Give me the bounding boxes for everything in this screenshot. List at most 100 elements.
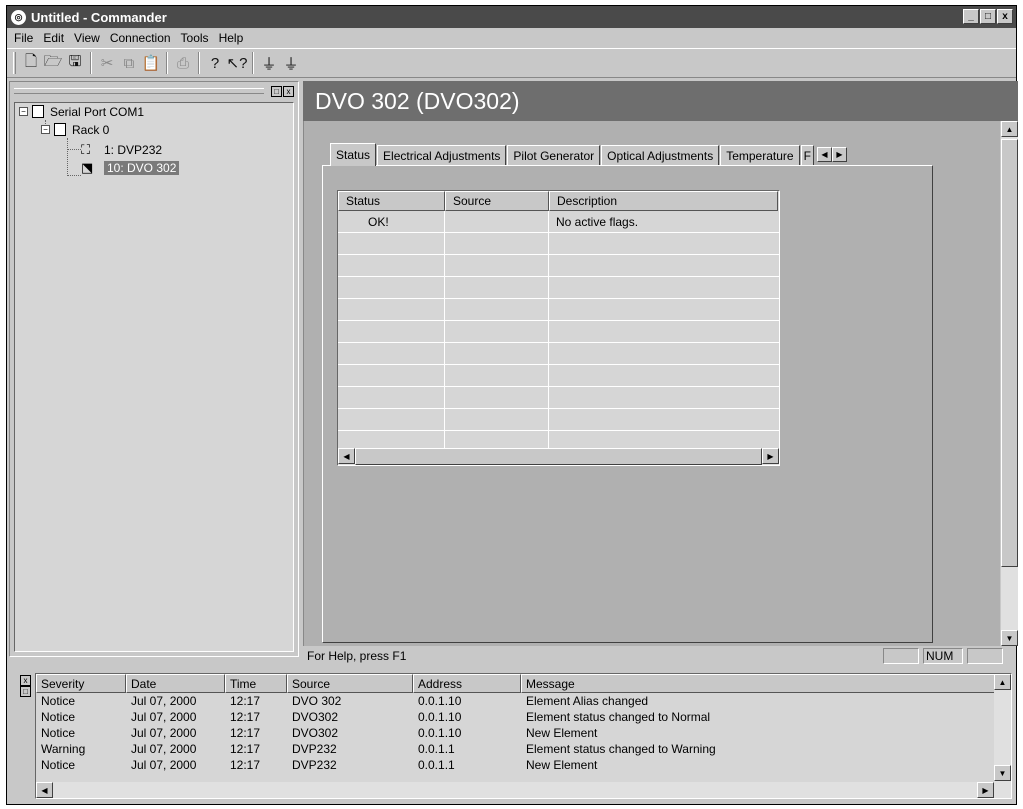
scroll-right-icon[interactable]: ▶	[977, 782, 994, 798]
collapse-toggle[interactable]: −	[19, 107, 28, 116]
tree-item-dvo302[interactable]: ⬔ 10: DVO 302	[81, 159, 180, 176]
menu-view[interactable]: View	[69, 31, 105, 45]
grid-cell	[445, 387, 549, 408]
context-help-icon[interactable]: ↖?	[226, 52, 248, 74]
status-help-text: For Help, press F1	[307, 649, 407, 663]
log-cell-message: Element status changed to Normal	[526, 710, 711, 724]
scroll-up-icon[interactable]: ▲	[1001, 121, 1018, 137]
grid-row[interactable]: OK! No active flags.	[338, 211, 779, 233]
log-cell-source: DVO302	[292, 726, 339, 740]
cut-icon[interactable]: ✂	[96, 52, 118, 74]
app-icon: ◎	[11, 9, 26, 25]
scroll-left-icon[interactable]: ◀	[338, 448, 355, 464]
filter-all-icon[interactable]: ⏚	[280, 52, 302, 74]
column-header-address[interactable]: Address	[413, 674, 521, 693]
maximize-button[interactable]: □	[980, 9, 996, 24]
tree-pane: □ x − Serial Port COM1 − Rack 0 ⛶ 1: DVP…	[9, 81, 299, 657]
column-header-status[interactable]: Status	[338, 191, 445, 211]
tree-item-label: 10: DVO 302	[104, 160, 180, 175]
scroll-left-icon[interactable]: ◀	[36, 782, 53, 798]
new-document-icon[interactable]: 🗋	[20, 52, 42, 74]
grid-row[interactable]	[338, 409, 779, 431]
help-icon[interactable]: ?	[204, 52, 226, 74]
grid-row[interactable]	[338, 233, 779, 255]
column-header-source[interactable]: Source	[287, 674, 413, 693]
grid-row[interactable]	[338, 343, 779, 365]
tab-strip: Status Electrical Adjustments Pilot Gene…	[330, 143, 847, 166]
grid-row[interactable]	[338, 277, 779, 299]
close-button[interactable]: x	[997, 9, 1013, 24]
content-vertical-scrollbar[interactable]: ▲ ▼	[1001, 121, 1018, 646]
pane-close-button[interactable]: x	[20, 675, 31, 686]
print-icon[interactable]: ⎙	[172, 52, 194, 74]
menu-file[interactable]: File	[9, 31, 38, 45]
copy-icon[interactable]: ⧉	[118, 52, 140, 74]
scroll-right-icon[interactable]: ▶	[762, 448, 779, 464]
scroll-thumb[interactable]	[355, 448, 762, 465]
scroll-down-icon[interactable]: ▼	[1001, 630, 1018, 646]
grid-row[interactable]	[338, 255, 779, 277]
tab-scroll-right-icon[interactable]: ▶	[831, 147, 847, 162]
log-cell-severity: Notice	[41, 694, 76, 708]
tab-electrical-adjustments[interactable]: Electrical Adjustments	[377, 145, 507, 165]
log-row[interactable]: Notice Jul 07, 2000 12:17 DVO302 0.0.1.10 New…	[36, 725, 1011, 741]
column-header-message[interactable]: Message	[521, 674, 996, 693]
toolbar-grip[interactable]	[13, 52, 16, 74]
pane-close-button[interactable]: x	[283, 85, 294, 97]
grid-cell	[445, 343, 549, 364]
tab-scroll-left-icon[interactable]: ◀	[816, 147, 832, 162]
save-icon[interactable]: 🖫	[64, 52, 86, 74]
scroll-thumb[interactable]	[1001, 139, 1018, 567]
scroll-down-icon[interactable]: ▼	[994, 765, 1011, 781]
minimize-button[interactable]: _	[963, 9, 979, 24]
tree-item-serial-port[interactable]: − Serial Port COM1	[19, 103, 144, 120]
scroll-up-icon[interactable]: ▲	[994, 674, 1011, 690]
log-cell-severity: Warning	[41, 742, 86, 756]
event-log[interactable]: Severity Date Time Source Address Messag…	[35, 673, 1012, 799]
tree-item-rack[interactable]: − Rack 0	[41, 121, 109, 138]
device-tree[interactable]: − Serial Port COM1 − Rack 0 ⛶ 1: DVP232 …	[14, 102, 294, 652]
log-row[interactable]: Notice Jul 07, 2000 12:17 DVO302 0.0.1.10 Ele…	[36, 709, 1011, 725]
column-header-description[interactable]: Description	[549, 191, 778, 211]
open-folder-icon[interactable]: 🗁	[42, 52, 64, 74]
log-horizontal-scrollbar[interactable]: ◀ ▶	[36, 782, 994, 798]
title-bar[interactable]: ◎ Untitled - Commander _ □ x	[7, 6, 1016, 28]
log-row[interactable]: Warning Jul 07, 2000 12:17 DVP232 0.0.1.1 Ele…	[36, 741, 1011, 757]
log-cell-address: 0.0.1.1	[418, 742, 455, 756]
tree-pane-header[interactable]: □ x	[10, 82, 298, 100]
toolbar-separator	[198, 52, 200, 74]
grid-row[interactable]	[338, 321, 779, 343]
column-header-source[interactable]: Source	[445, 191, 549, 211]
grid-cell	[338, 409, 445, 430]
tab-truncated[interactable]: F	[800, 145, 814, 165]
paste-icon[interactable]: 📋	[140, 52, 162, 74]
pane-float-button[interactable]: □	[271, 85, 282, 97]
grid-row[interactable]	[338, 387, 779, 409]
tab-temperature[interactable]: Temperature	[720, 145, 800, 165]
collapse-toggle[interactable]: −	[41, 125, 50, 134]
menu-connection[interactable]: Connection	[105, 31, 176, 45]
log-vertical-scrollbar[interactable]: ▲ ▼	[994, 674, 1011, 798]
grid-horizontal-scrollbar[interactable]: ◀ ▶	[338, 448, 779, 465]
window-title: Untitled - Commander	[31, 9, 167, 25]
rack-icon	[54, 123, 66, 136]
tree-item-dvp232[interactable]: ⛶ 1: DVP232	[81, 141, 162, 158]
column-header-severity[interactable]: Severity	[36, 674, 126, 693]
scroll-track[interactable]	[53, 782, 977, 798]
menu-tools[interactable]: Tools	[176, 31, 214, 45]
pane-float-button[interactable]: □	[20, 686, 31, 697]
tab-status[interactable]: Status	[330, 143, 377, 166]
menu-help[interactable]: Help	[214, 31, 249, 45]
log-row[interactable]: Notice Jul 07, 2000 12:17 DVO 302 0.0.1.10 El…	[36, 693, 1011, 709]
grid-row[interactable]	[338, 365, 779, 387]
grid-header: Status Source Description	[338, 191, 779, 211]
column-header-date[interactable]: Date	[126, 674, 225, 693]
menu-edit[interactable]: Edit	[38, 31, 69, 45]
tab-optical-adjustments[interactable]: Optical Adjustments	[601, 145, 720, 165]
tab-pilot-generator[interactable]: Pilot Generator	[507, 145, 601, 165]
filter-icon[interactable]: ⏚	[258, 52, 280, 74]
grid-row[interactable]	[338, 299, 779, 321]
column-header-time[interactable]: Time	[225, 674, 287, 693]
status-grid[interactable]: Status Source Description OK! No active …	[337, 190, 780, 466]
log-row[interactable]: Notice Jul 07, 2000 12:17 DVP232 0.0.1.1 New …	[36, 757, 1011, 773]
